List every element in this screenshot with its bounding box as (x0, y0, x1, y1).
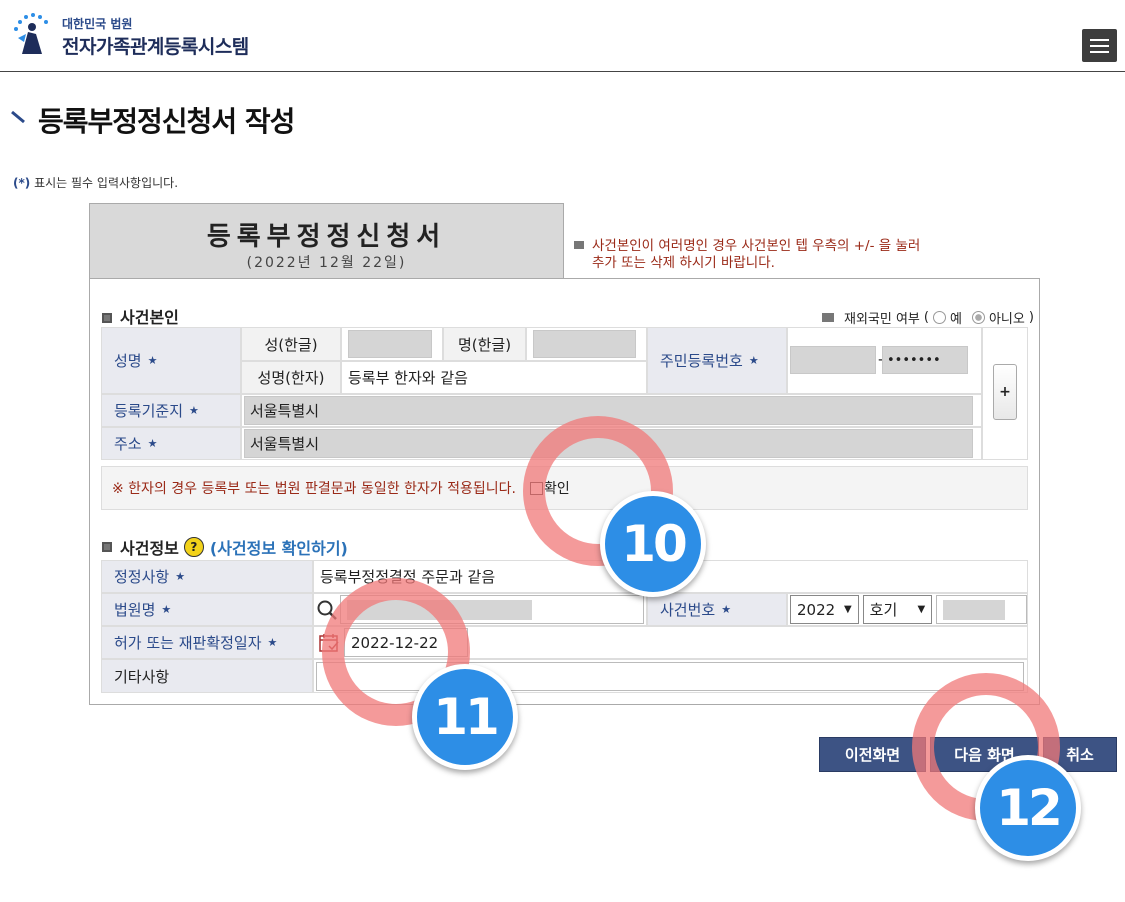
note-line-1: 사건본인이 여러명인 경우 사건본인 텝 우측의 +/- 을 눌러 (592, 238, 921, 254)
address-label: 주소 ★ (101, 427, 241, 460)
logo-title[interactable]: 전자가족관계등록시스템 (62, 32, 249, 59)
permit-date-label: 허가 또는 재판확정일자 ★ (101, 626, 313, 659)
case-number-input[interactable] (936, 595, 1027, 624)
overseas-yes-label: 예 (949, 312, 962, 327)
rrn-label: 주민등록번호 ★ (647, 327, 787, 394)
case-type-select[interactable]: 호기 ▼ (862, 595, 933, 624)
section-principal-title: 사건본인 (102, 304, 179, 328)
name-hanja-value: 등록부 한자와 같음 (341, 361, 647, 394)
case-no-label: 사건번호 ★ (647, 593, 787, 626)
required-star: (*) (13, 176, 31, 190)
form-date: (2022년 12월 22일) (246, 255, 407, 271)
rrn-cell: - ••••••• (787, 327, 982, 394)
page-title: 등록부정정신청서 작성 (38, 105, 295, 138)
annotation-badge-11: 11 (412, 664, 518, 770)
overseas-label: 재외국민 여부 (844, 312, 920, 327)
hanja-notice-text: ※ 한자의 경우 등록부 또는 법원 판결문과 동일한 한자가 적용됩니다. (112, 481, 516, 497)
hamburger-menu-icon[interactable] (1082, 29, 1117, 62)
overseas-no-radio[interactable] (971, 311, 985, 324)
etc-label: 기타사항 (101, 659, 313, 693)
prev-button[interactable]: 이전화면 (819, 737, 926, 772)
dropdown-arrow-icon: ▼ (843, 604, 852, 615)
annotation-badge-10: 10 (600, 491, 706, 597)
section-bullet-icon (102, 313, 112, 323)
court-logo-icon (14, 13, 48, 54)
given-hangul-label: 명(한글) (443, 327, 526, 361)
overseas-yes-radio[interactable] (932, 311, 946, 324)
annotation-badge-12: 12 (975, 755, 1081, 861)
overseas-option: 재외국민 여부 ( 예 아니오) (822, 308, 1034, 327)
help-icon[interactable]: ? (183, 537, 204, 557)
name-label: 성명 ★ (101, 327, 241, 394)
note-bullet-icon (574, 241, 584, 249)
multi-principal-note: 사건본인이 여러명인 경우 사건본인 텝 우측의 +/- 을 눌러 추가 또는 … (574, 238, 954, 272)
section-bullet-icon (102, 542, 112, 552)
given-hangul-input[interactable] (533, 330, 636, 358)
name-hanja-label: 성명(한자) (241, 361, 341, 394)
surname-hangul-input[interactable] (348, 330, 432, 358)
correction-label: 정정사항 ★ (101, 560, 313, 593)
surname-hangul-label: 성(한글) (241, 327, 341, 361)
form-title: 등록부정정신청서 (206, 222, 447, 252)
note-line-2: 추가 또는 삭제 하시기 바랍니다. (592, 255, 775, 271)
overseas-no-label: 아니오 (988, 312, 1025, 327)
case-no-cell: 2022 ▼ 호기 ▼ (787, 593, 1028, 626)
title-bullet-icon (11, 110, 25, 124)
section-case-title: 사건정보 ? (사건정보 확인하기) (102, 535, 348, 559)
case-year-select[interactable]: 2022 ▼ (790, 595, 859, 624)
court-label: 법원명 ★ (101, 593, 313, 626)
reg-base-label: 등록기준지 ★ (101, 394, 241, 427)
required-note-text: 표시는 필수 입력사항입니다. (34, 176, 179, 190)
note-bullet-icon (822, 313, 834, 322)
case-number-masked (943, 599, 1006, 620)
logo-subtitle: 대한민국 법원 (62, 17, 133, 31)
add-principal-button[interactable]: + (993, 364, 1017, 420)
required-note: (*) 표시는 필수 입력사항입니다. (13, 174, 178, 191)
surname-hangul-cell (341, 327, 443, 361)
rrn-back-input[interactable]: ••••••• (882, 346, 968, 374)
case-check-link[interactable]: (사건정보 확인하기) (210, 535, 348, 559)
rrn-front-input[interactable] (790, 346, 876, 374)
dropdown-arrow-icon: ▼ (917, 604, 926, 615)
form-header: 등록부정정신청서 (2022년 12월 22일) (89, 203, 564, 279)
given-hangul-cell (526, 327, 647, 361)
